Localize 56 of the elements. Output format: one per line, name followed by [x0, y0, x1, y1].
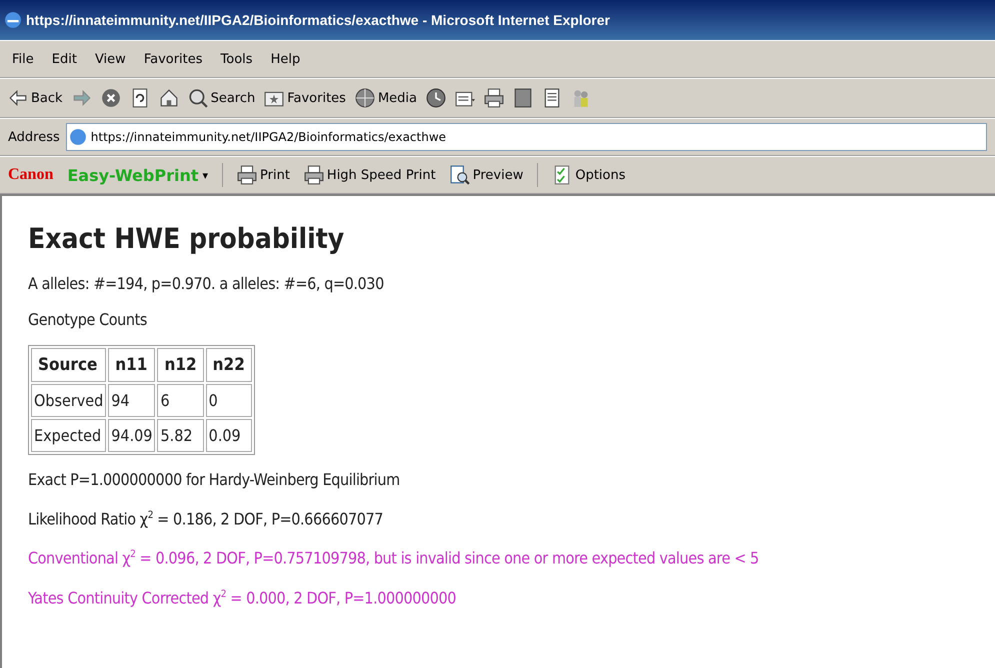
menu-item[interactable]: Help [270, 52, 300, 66]
magnifier-page-icon [450, 165, 470, 185]
stop-icon [100, 88, 121, 108]
search-icon [188, 88, 208, 108]
print-toolbar-button[interactable]: Print [237, 165, 290, 185]
menu-item[interactable]: View [94, 52, 126, 66]
browser-logo-icon [4, 11, 22, 29]
address-field[interactable]: https://innateimmunity.net/IIPGA2/Bioinformatics/exacthwe [66, 123, 987, 151]
print-toolbar-button[interactable]: Preview [450, 165, 524, 185]
column-header: n12 [157, 348, 204, 382]
table-caption: Genotype Counts [28, 309, 148, 331]
page-heading: Exact HWE probability [28, 222, 346, 255]
menu-item[interactable]: Favorites [144, 52, 203, 66]
print-toolbar-button[interactable]: High Speed Print [304, 165, 436, 185]
column-header: n22 [206, 348, 252, 382]
result-line: Likelihood Ratio χ$^{2}$ = 0.186, 2 DOF, P=0.666607077 [28, 508, 384, 530]
printer-icon [237, 165, 258, 185]
table-cell: 0 [206, 384, 252, 417]
toolbar-button[interactable]: Media [354, 88, 418, 108]
toolbar-button[interactable] [158, 88, 179, 108]
table-cell: 6 [157, 384, 204, 417]
forward-arrow-icon [72, 88, 92, 108]
caret-icon[interactable]: ▾ [202, 168, 208, 182]
menu-item[interactable]: File [12, 52, 34, 66]
menu-item[interactable]: Tools [220, 52, 253, 66]
toolbar-button[interactable] [100, 88, 121, 108]
globe-icon [354, 88, 375, 108]
toolbar-button[interactable]: Back [8, 88, 63, 108]
print-toolbar-button[interactable]: Options [552, 165, 626, 185]
address-label: Address [8, 130, 60, 144]
table-cell: Expected [31, 419, 106, 452]
window-title: https://innateimmunity.net/IIPGA2/Bioinformatics/exacthwe - Microsoft Internet Explorer [26, 12, 610, 28]
toolbar-button[interactable] [513, 88, 534, 108]
toolbar-button[interactable] [484, 88, 504, 108]
result-line: Exact P=1.000000000 for Hardy-Weinberg Equilibrium [28, 469, 401, 491]
allele-summary: A alleles: #=194, p=0.970. a alleles: #=6, q=0.030 [28, 273, 385, 295]
toolbar-button[interactable] [426, 88, 446, 108]
result-line: Yates Continuity Corrected χ$^{2}$ = 0.000, 2 DOF, P=1.000000000 [28, 586, 458, 609]
column-header: n11 [108, 348, 156, 382]
toolbar-button[interactable]: Search [188, 88, 256, 108]
brand-logo: Canon [8, 166, 54, 184]
home-icon [158, 88, 179, 108]
table-cell: Observed [31, 384, 106, 417]
toolbar-button[interactable]: Favorites [264, 88, 346, 108]
column-header: Source [31, 348, 106, 382]
table-cell: 5.82 [157, 419, 204, 452]
document-icon [513, 88, 534, 108]
printer-icon [484, 88, 504, 108]
back-arrow-icon [8, 88, 28, 108]
printer-icon [304, 165, 324, 185]
clock-icon [426, 88, 446, 108]
table-cell: 0.09 [206, 419, 252, 452]
table-cell: 94.09 [108, 419, 156, 452]
table-cell: 94 [108, 384, 156, 417]
menu-item[interactable]: Edit [52, 52, 77, 66]
result-line: Conventional χ$^{2}$ = 0.096, 2 DOF, P=0.757109798, but is invalid since one or more expected values are < 5 [28, 548, 760, 570]
